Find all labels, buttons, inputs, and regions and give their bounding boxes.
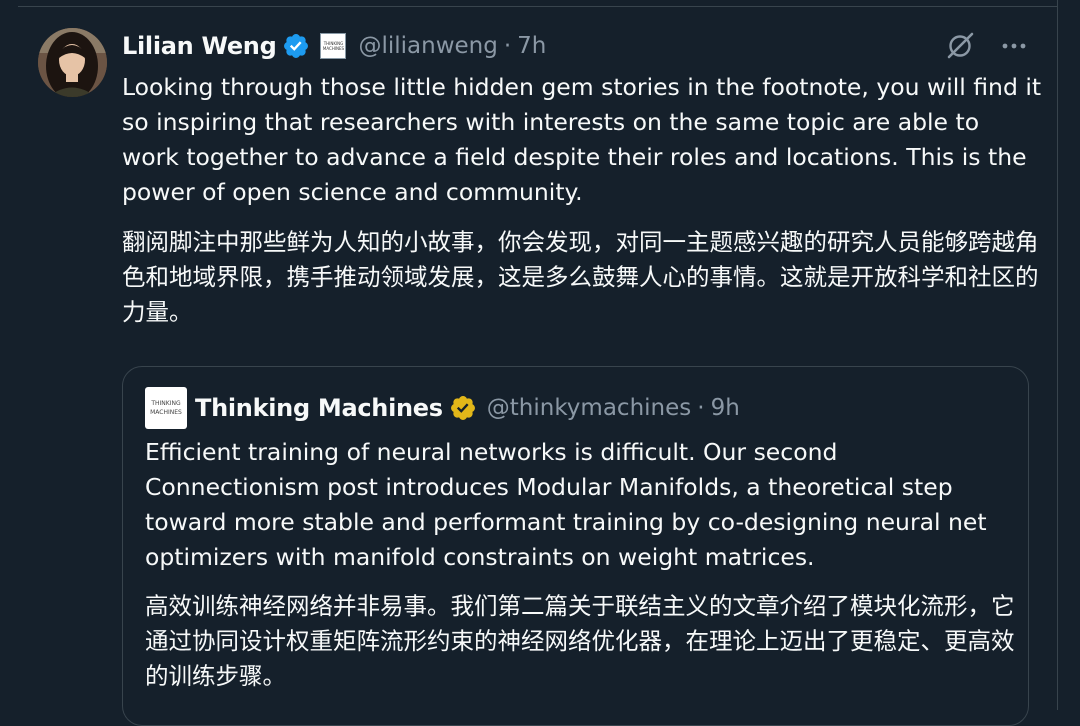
tweet-text-translation: 翻阅脚注中那些鲜为人知的小故事，你会发现，对同一主题感兴趣的研究人员能够跨越角色… <box>122 228 1039 326</box>
affiliate-badge[interactable]: THINKING MACHINES <box>320 33 347 59</box>
quoted-tweet-translation: 高效训练神经网络并非易事。我们第二篇关于联结主义的文章介绍了模块化流形，它通过协… <box>145 592 1015 690</box>
header-actions <box>944 30 1030 62</box>
avatar[interactable] <box>38 28 107 97</box>
quoted-avatar-line: THINKING <box>151 400 181 407</box>
tweet-container[interactable]: Lilian Weng THINKING MACHINES @lilianwen… <box>0 0 1080 726</box>
author-name[interactable]: Lilian Weng <box>122 32 277 60</box>
separator-dot: · <box>697 395 705 421</box>
tweet-text: Looking through those little hidden gem … <box>122 73 1042 206</box>
more-icon[interactable] <box>998 30 1030 62</box>
quoted-author-handle[interactable]: @thinkymachines <box>487 395 692 421</box>
quoted-tweet-text: Efficient training of neural networks is… <box>145 438 987 571</box>
quoted-header: Thinking Machines @thinkymachines · 9h <box>195 389 740 427</box>
grok-icon[interactable] <box>944 30 976 62</box>
column-border <box>1057 0 1058 710</box>
quoted-avatar[interactable]: THINKING MACHINES <box>145 387 187 429</box>
divider <box>18 6 1058 7</box>
quoted-tweet[interactable]: THINKING MACHINES Thinking Machines @thi… <box>122 366 1029 726</box>
gold-verified-badge-icon[interactable] <box>449 394 477 422</box>
quoted-avatar-line: MACHINES <box>150 409 182 416</box>
tweet-header: Lilian Weng THINKING MACHINES @lilianwen… <box>122 28 546 64</box>
author-handle[interactable]: @lilianweng <box>358 33 497 59</box>
quoted-timestamp[interactable]: 9h <box>711 395 740 421</box>
avatar-image <box>38 28 107 97</box>
verified-badge-icon[interactable] <box>282 32 310 60</box>
affiliate-logo-line: MACHINES <box>322 46 345 51</box>
quoted-author-name[interactable]: Thinking Machines <box>195 394 443 422</box>
separator-dot: · <box>503 33 512 59</box>
timestamp[interactable]: 7h <box>517 33 546 59</box>
